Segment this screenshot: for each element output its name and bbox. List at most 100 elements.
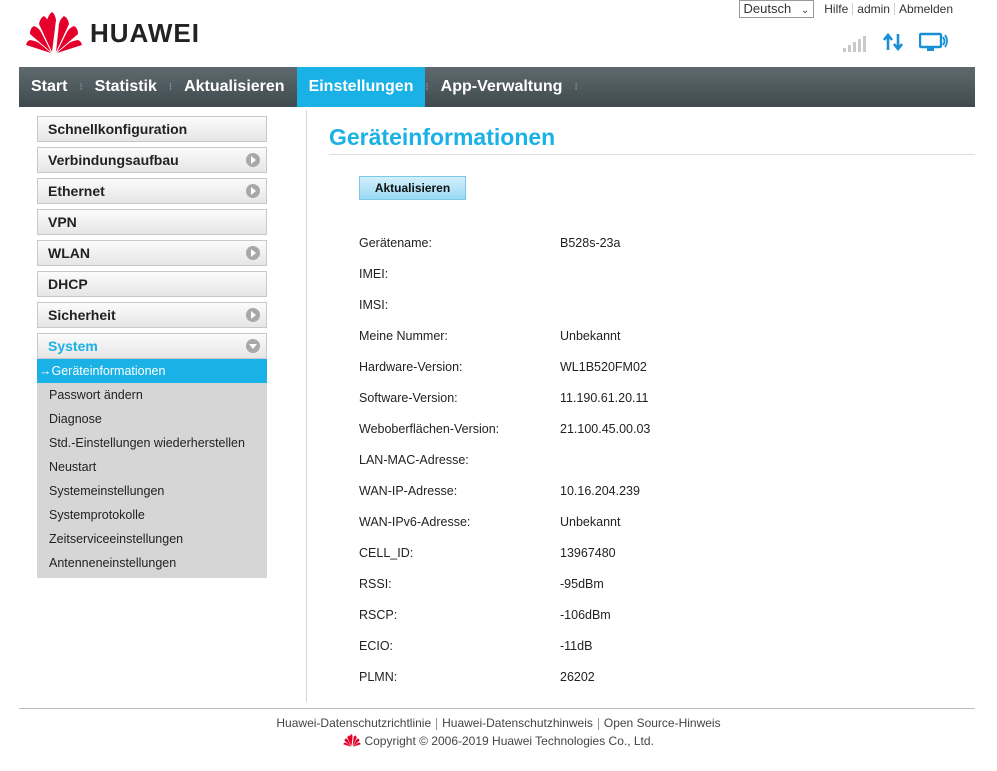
brand-name: HUAWEI [90, 17, 200, 48]
submenu-item-passwort-aendern[interactable]: Passwort ändern [37, 383, 267, 407]
logout-link[interactable]: Abmelden [895, 2, 957, 16]
nav-einstellungen[interactable]: Einstellungen [296, 67, 426, 107]
info-row: WAN-IPv6-Adresse: Unbekannt [359, 506, 650, 537]
submenu-item-std-einstellungen[interactable]: Std.-Einstellungen wiederherstellen [37, 431, 267, 455]
status-icons [843, 32, 949, 52]
info-value: 26202 [560, 669, 595, 684]
nav-separator: ⁝ [574, 81, 578, 93]
submenu-item-diagnose[interactable]: Diagnose [37, 407, 267, 431]
sidebar-item-dhcp[interactable]: DHCP [37, 271, 267, 297]
sidebar-item-label: Sicherheit [48, 307, 116, 323]
info-value: Unbekannt [560, 514, 621, 529]
vertical-divider [306, 110, 307, 702]
sidebar-item-verbindungsaufbau[interactable]: Verbindungsaufbau [37, 147, 267, 173]
submenu-item-antennen[interactable]: Antenneneinstellungen [37, 551, 267, 575]
sidebar-item-wlan[interactable]: WLAN [37, 240, 267, 266]
sidebar-item-label: VPN [48, 214, 77, 230]
page-title: Geräteinformationen [329, 124, 556, 150]
connected-pc-icon [919, 32, 948, 51]
sidebar-item-vpn[interactable]: VPN [37, 209, 267, 235]
chevron-down-icon: ⌄ [800, 5, 810, 16]
info-label: Meine Nummer: [359, 328, 448, 343]
info-label: WAN-IPv6-Adresse: [359, 514, 471, 529]
info-value: Unbekannt [560, 328, 621, 343]
info-row: Hardware-Version: WL1B520FM02 [359, 351, 650, 382]
info-row: Software-Version: 11.190.61.20.11 [359, 382, 650, 413]
huawei-flower-icon [343, 734, 361, 747]
submenu-item-systemprotokolle[interactable]: Systemprotokolle [37, 503, 267, 527]
info-label: Software-Version: [359, 390, 458, 405]
nav-app-verwaltung[interactable]: App-Verwaltung [429, 67, 575, 107]
privacy-notice-link[interactable]: Huawei-Datenschutzhinweis [442, 716, 593, 730]
info-row: PLMN: 26202 [359, 661, 650, 692]
nav-start[interactable]: Start [19, 67, 79, 107]
device-info-table: Gerätename: B528s-23a IMEI: IMSI: Meine N… [359, 227, 650, 692]
sidebar-item-system[interactable]: System [37, 333, 267, 359]
divider [329, 154, 975, 155]
submenu-item-geraeteinformationen[interactable]: →Geräteinformationen [37, 359, 267, 383]
chevron-right-icon [246, 153, 260, 167]
info-label: LAN-MAC-Adresse: [359, 452, 469, 467]
user-label: admin [857, 2, 890, 16]
info-row: Meine Nummer: Unbekannt [359, 320, 650, 351]
info-label: Hardware-Version: [359, 359, 463, 374]
sidebar-item-sicherheit[interactable]: Sicherheit [37, 302, 267, 328]
info-row: IMSI: [359, 289, 650, 320]
info-row: ECIO: -11dB [359, 630, 650, 661]
info-row: Weboberflächen-Version: 21.100.45.00.03 [359, 413, 650, 444]
info-value: 11.190.61.20.11 [560, 390, 649, 405]
info-value: WL1B520FM02 [560, 359, 647, 374]
info-value: -11dB [560, 638, 593, 653]
footer-links: Huawei-Datenschutzrichtlinie Huawei-Daten… [0, 716, 997, 730]
copyright: Copyright © 2006-2019 Huawei Technologie… [0, 734, 997, 748]
info-row: RSCP: -106dBm [359, 599, 650, 630]
sidebar-item-schnellkonfiguration[interactable]: Schnellkonfiguration [37, 116, 267, 142]
info-label: RSSI: [359, 576, 392, 591]
sidebar-item-label: Schnellkonfiguration [48, 121, 188, 137]
help-link[interactable]: Hilfe [820, 2, 852, 16]
submenu-item-zeitservice[interactable]: Zeitserviceeinstellungen [37, 527, 267, 551]
info-label: RSCP: [359, 607, 398, 622]
info-label: ECIO: [359, 638, 394, 653]
open-source-link[interactable]: Open Source-Hinweis [604, 716, 721, 730]
language-select[interactable]: Deutsch ⌄ [738, 0, 815, 18]
info-label: CELL_ID: [359, 545, 414, 560]
language-select-value: Deutsch [743, 1, 792, 16]
sidebar-item-label: Ethernet [48, 183, 105, 199]
info-label: WAN-IP-Adresse: [359, 483, 458, 498]
system-submenu: →Geräteinformationen Passwort ändern Dia… [37, 359, 267, 578]
info-label: Weboberflächen-Version: [359, 421, 500, 436]
privacy-policy-link[interactable]: Huawei-Datenschutzrichtlinie [276, 716, 431, 730]
info-value: -95dBm [560, 576, 604, 591]
chevron-right-icon [246, 308, 260, 322]
info-value: 21.100.45.00.03 [560, 421, 651, 436]
footer-divider [19, 708, 975, 709]
nav-aktualisieren[interactable]: Aktualisieren [172, 67, 296, 107]
sidebar-item-label: WLAN [48, 245, 90, 261]
submenu-item-neustart[interactable]: Neustart [37, 455, 267, 479]
sidebar: Schnellkonfiguration Verbindungsaufbau E… [37, 116, 267, 578]
info-row: RSSI: -95dBm [359, 568, 650, 599]
info-label: PLMN: [359, 669, 398, 684]
divider [597, 717, 599, 730]
nav-statistik[interactable]: Statistik [83, 67, 169, 107]
huawei-flower-icon [26, 12, 82, 53]
info-row: Gerätename: B528s-23a [359, 227, 650, 258]
sidebar-item-label: Verbindungsaufbau [48, 152, 179, 168]
chevron-right-icon [246, 246, 260, 260]
info-value: 13967480 [560, 545, 616, 560]
top-bar: Deutsch ⌄ Hilfe admin Abmelden [738, 0, 957, 18]
sidebar-item-label: DHCP [48, 276, 88, 292]
submenu-item-systemeinstellungen[interactable]: Systemeinstellungen [37, 479, 267, 503]
sidebar-item-label: System [48, 338, 98, 354]
refresh-button[interactable]: Aktualisieren [359, 176, 466, 200]
info-row: CELL_ID: 13967480 [359, 537, 650, 568]
info-row: IMEI: [359, 258, 650, 289]
data-transfer-icon [883, 32, 903, 52]
divider [436, 717, 438, 730]
huawei-logo: HUAWEI [26, 12, 200, 54]
chevron-down-icon [246, 339, 260, 353]
info-label: Gerätename: [359, 235, 432, 250]
signal-strength-icon [843, 36, 866, 52]
sidebar-item-ethernet[interactable]: Ethernet [37, 178, 267, 204]
